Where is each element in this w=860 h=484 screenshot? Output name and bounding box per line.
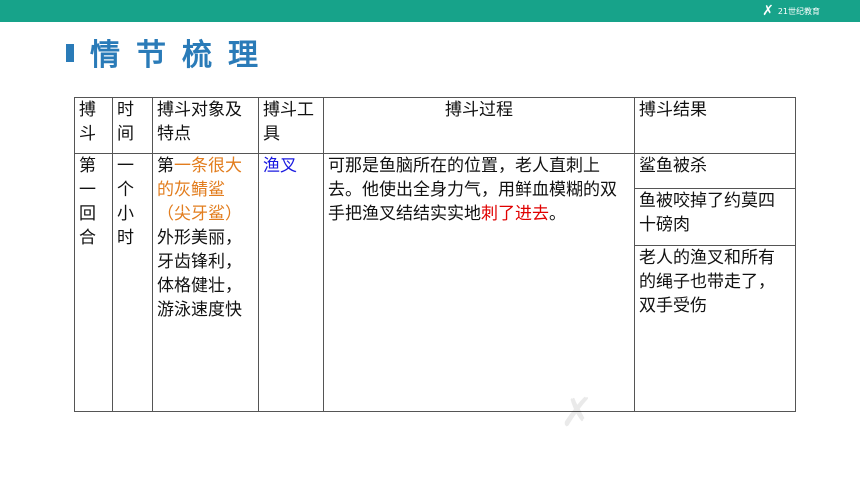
time-cell: 一个小时 (112, 153, 153, 412)
target-pre: 第 (157, 156, 174, 176)
header-cell: 搏斗对象及特点 (152, 97, 259, 154)
tool-cell: 渔叉 (258, 153, 324, 412)
result-cell: 鲨鱼被杀 鱼被咬掉了约莫四十磅肉 老人的渔叉和所有的绳子也带走了，双手受伤 (634, 153, 796, 412)
page-title: 情节梳理 (90, 38, 274, 73)
logo-text: 21世纪教育 (777, 6, 820, 16)
process-end: 。 (549, 204, 566, 224)
header-cell: 搏斗 (74, 97, 113, 154)
target-cell: 第一条很大的灰鲭鲨（尖牙鲨）外形美丽，牙齿锋利，体格健壮，游泳速度快 (152, 153, 259, 412)
process-cell: 可那是鱼脑所在的位置，老人直刺上去。他使出全身力气，用鲜血模糊的双手把渔叉结结实… (323, 153, 635, 412)
brand-logo: ✗ 21世纪教育 (762, 2, 820, 20)
header-cell: 搏斗结果 (634, 97, 796, 154)
target-post: 外形美丽，牙齿锋利，体格健壮，游泳速度快 (157, 228, 242, 320)
header-cell: 时间 (112, 97, 153, 154)
tool-text: 渔叉 (263, 156, 297, 176)
title-accent-bar (66, 44, 74, 62)
round-cell: 第一回合 (74, 153, 113, 412)
table-row: 第一回合 一个小时 第一条很大的灰鲭鲨（尖牙鲨）外形美丽，牙齿锋利，体格健壮，游… (74, 153, 796, 412)
top-bar: ✗ 21世纪教育 (0, 0, 860, 22)
logo-icon: ✗ (762, 3, 774, 19)
process-main: 可那是鱼脑所在的位置，老人直刺上去。他使出全身力气，用鲜血模糊的双手把渔叉结结实… (328, 156, 617, 224)
header-cell: 搏斗过程 (323, 97, 635, 154)
plot-table: 搏斗 时间 搏斗对象及特点 搏斗工具 搏斗过程 搏斗结果 第一回合 一个小时 第… (74, 97, 796, 412)
table-header-row: 搏斗 时间 搏斗对象及特点 搏斗工具 搏斗过程 搏斗结果 (74, 97, 796, 154)
result-item: 老人的渔叉和所有的绳子也带走了，双手受伤 (639, 248, 775, 316)
result-item: 鱼被咬掉了约莫四十磅肉 (635, 189, 795, 246)
result-item: 鲨鱼被杀 (635, 154, 795, 189)
watermark-logo: ✗ (560, 390, 594, 436)
process-highlight: 刺了进去 (481, 204, 549, 224)
header-cell: 搏斗工具 (258, 97, 324, 154)
